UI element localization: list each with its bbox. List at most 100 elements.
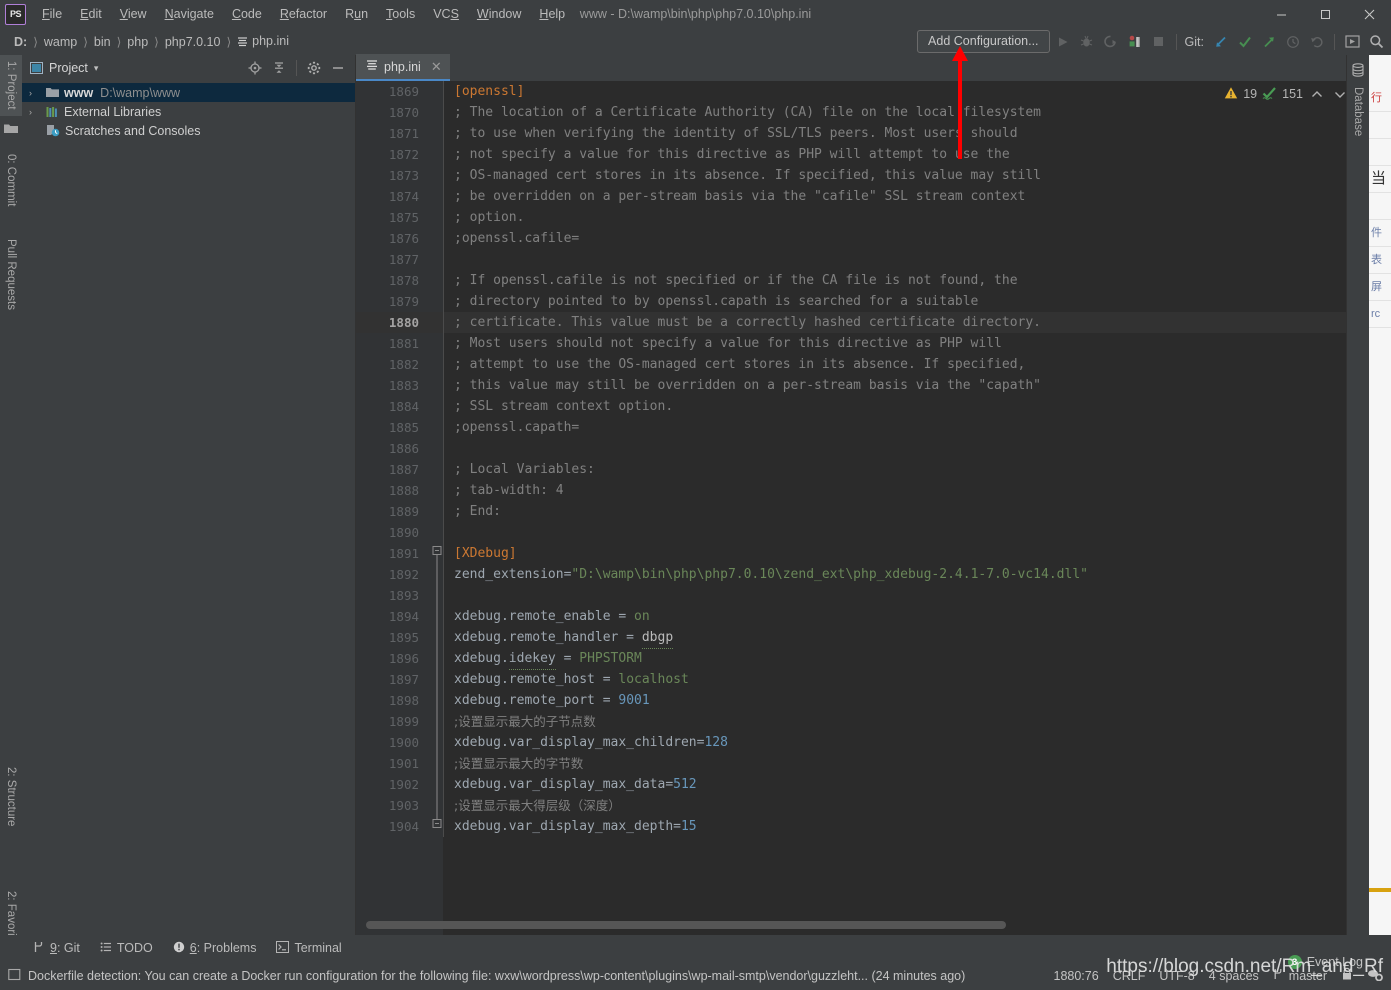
code-line[interactable]: 1879 ; directory pointed to by openssl.ca… (356, 291, 1369, 312)
code-line[interactable]: 1875 ; option. (356, 207, 1369, 228)
code-line[interactable]: 1897 xdebug.remote_host = localhost (356, 665, 1369, 690)
lock-icon[interactable] (1341, 967, 1353, 984)
menu-code[interactable]: Code (223, 3, 271, 25)
breadcrumb-drive[interactable]: D: (10, 33, 31, 51)
code-line[interactable]: 1870 ; The location of a Certificate Auth… (356, 102, 1369, 123)
git-push-icon[interactable] (1258, 31, 1280, 53)
code-line[interactable]: 1883 ; this value may still be overridden… (356, 375, 1369, 396)
chevron-right-icon[interactable]: › (29, 107, 32, 117)
menu-file[interactable]: File (33, 3, 71, 25)
code-line[interactable]: 1891 [XDebug] (356, 543, 1369, 564)
sidebar-item-structure[interactable]: 2: Structure (0, 761, 22, 832)
git-history-icon[interactable] (1282, 31, 1304, 53)
code-line[interactable]: 1876 ;openssl.cafile= (356, 228, 1369, 249)
code-line[interactable]: 1871 ; to use when verifying the identity… (356, 123, 1369, 144)
code-line[interactable]: 1878 ; If openssl.cafile is not specified… (356, 270, 1369, 291)
run-icon[interactable] (1052, 31, 1074, 53)
code-line[interactable]: 1902 xdebug.var_display_max_data= 512 (356, 770, 1369, 795)
breadcrumb-bin[interactable]: bin (90, 33, 115, 51)
collapse-all-icon[interactable] (268, 57, 290, 79)
code-line[interactable]: 1900 xdebug.var_display_max_children= 128 (356, 728, 1369, 753)
code-line[interactable]: 1899 ;设置显示最大的子节点数 (356, 707, 1369, 732)
code-editor[interactable]: 1869 [openssl] 1870 ; The location of a Cer… (356, 81, 1369, 935)
bottom-tab-git[interactable]: 9: Git (24, 938, 89, 959)
hide-panel-icon[interactable] (327, 57, 349, 79)
minimize-button[interactable] (1259, 0, 1303, 28)
code-line[interactable]: 1873 ; OS-managed cert stores in its abse… (356, 165, 1369, 186)
code-line[interactable]: 1898 xdebug.remote_port = 9001 (356, 686, 1369, 711)
breadcrumb-php7010[interactable]: php7.0.10 (161, 33, 225, 51)
close-icon[interactable]: ✕ (431, 59, 442, 75)
code-line[interactable]: 1893 (356, 581, 1369, 606)
code-line[interactable]: 1885 ;openssl.capath= (356, 417, 1369, 438)
bottom-tab-todo[interactable]: TODO (91, 938, 162, 959)
sidebar-item-pull-requests[interactable]: Pull Requests (0, 233, 22, 316)
file-encoding[interactable]: UTF-8 (1159, 969, 1194, 983)
code-line[interactable]: 1874 ; be overridden on a per-stream basi… (356, 186, 1369, 207)
chevron-right-icon[interactable]: › (29, 88, 32, 98)
git-update-icon[interactable] (1210, 31, 1232, 53)
code-line[interactable]: 1882 ; attempt to use the OS-managed cert… (356, 354, 1369, 375)
line-separator[interactable]: CRLF (1113, 969, 1146, 983)
run-with-coverage-icon[interactable] (1100, 31, 1122, 53)
sidebar-item-project[interactable]: 1: Project (0, 55, 22, 116)
code-line[interactable]: 1904 xdebug.var_display_max_depth= 15 (356, 812, 1369, 837)
status-message[interactable]: Dockerfile detection: You can create a D… (8, 968, 965, 984)
horizontal-scrollbar-thumb[interactable] (366, 921, 1006, 929)
search-everywhere-icon[interactable] (1365, 31, 1387, 53)
settings-gear-icon[interactable] (303, 57, 325, 79)
git-rollback-icon[interactable] (1306, 31, 1328, 53)
event-log-widget[interactable]: 3 Event Log (1287, 955, 1363, 969)
menu-refactor[interactable]: Refactor (271, 3, 336, 25)
code-line[interactable]: 1887 ; Local Variables: (356, 459, 1369, 480)
code-line[interactable]: 1901 ;设置显示最大的字节数 (356, 749, 1369, 774)
code-line[interactable]: 1869 [openssl] (356, 81, 1369, 102)
git-branch-widget[interactable]: master (1273, 968, 1327, 983)
tree-node-external-libraries[interactable]: › External Libraries (22, 102, 355, 121)
tree-node-www[interactable]: › www D:\wamp\www (22, 83, 355, 102)
hide-window-icon[interactable] (1341, 31, 1363, 53)
menu-tools[interactable]: Tools (377, 3, 424, 25)
code-line[interactable]: 1903 ;设置显示最大得层级（深度） (356, 791, 1369, 816)
stop-icon[interactable] (1148, 31, 1170, 53)
code-line[interactable]: 1894 xdebug.remote_enable = on (356, 602, 1369, 627)
breadcrumb-phpini[interactable]: php.ini (233, 32, 293, 52)
code-line[interactable]: 1895 xdebug.remote_handler = dbgp (356, 623, 1369, 649)
code-line[interactable]: 1886 (356, 438, 1369, 459)
previous-problem-icon[interactable] (1308, 85, 1326, 103)
code-line[interactable]: 1872 ; not specify a value for this direc… (356, 144, 1369, 165)
maximize-button[interactable] (1303, 0, 1347, 28)
code-line[interactable]: 1880 ; certificate. This value must be a … (356, 312, 1369, 333)
next-problem-icon[interactable] (1331, 85, 1349, 103)
code-line[interactable]: 1896 xdebug. idekey = PHPSTORM (356, 644, 1369, 670)
menu-help[interactable]: Help (530, 3, 574, 25)
editor-tab-phpini[interactable]: php.ini ✕ (356, 54, 450, 81)
sidebar-item-database[interactable]: Database (1347, 81, 1369, 142)
code-line[interactable]: 1889 ; End: (356, 501, 1369, 522)
fold-marker[interactable] (431, 812, 443, 841)
indent-setting[interactable]: 4 spaces (1209, 969, 1259, 983)
caret-position[interactable]: 1880:76 (1054, 969, 1099, 983)
menu-edit[interactable]: Edit (71, 3, 111, 25)
sidebar-item-commit[interactable]: 0: Commit (0, 148, 22, 212)
menu-vcs[interactable]: VCS (424, 3, 468, 25)
inspection-widget[interactable]: 19 151 (1224, 85, 1349, 103)
git-commit-icon[interactable] (1234, 31, 1256, 53)
code-line[interactable]: 1877 (356, 249, 1369, 270)
code-line[interactable]: 1881 ; Most users should not specify a va… (356, 333, 1369, 354)
code-lines[interactable]: 1869 [openssl] 1870 ; The location of a Cer… (356, 81, 1369, 935)
breadcrumb-wamp[interactable]: wamp (40, 33, 81, 51)
menu-view[interactable]: View (111, 3, 156, 25)
menu-window[interactable]: Window (468, 3, 530, 25)
chevron-down-icon[interactable]: ▾ (94, 63, 99, 74)
bottom-tab-problems[interactable]: 6: Problems (164, 938, 266, 959)
inspections-gear-icon[interactable] (1367, 967, 1383, 984)
menu-navigate[interactable]: Navigate (156, 3, 223, 25)
bottom-tab-terminal[interactable]: Terminal (267, 938, 350, 959)
code-line[interactable]: 1884 ; SSL stream context option. (356, 396, 1369, 417)
close-button[interactable] (1347, 0, 1391, 28)
breadcrumb-php[interactable]: php (123, 33, 152, 51)
profile-icon[interactable] (1124, 31, 1146, 53)
code-line[interactable]: 1890 (356, 522, 1369, 543)
tree-node-scratches[interactable]: Scratches and Consoles (22, 121, 355, 140)
